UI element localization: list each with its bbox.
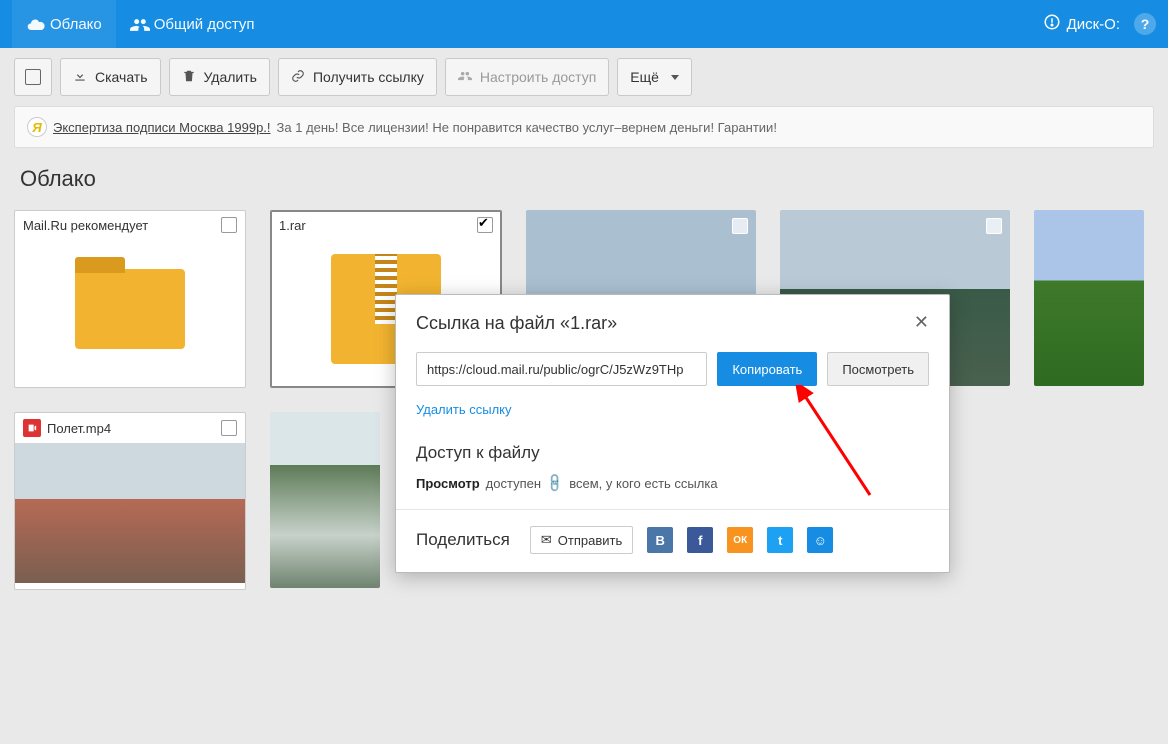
page-title: Облако [0,148,1168,210]
get-link-button[interactable]: Получить ссылку [278,58,437,96]
select-all-checkbox[interactable] [14,58,52,96]
share-ok-button[interactable]: ОК [727,527,753,553]
share-twitter-button[interactable]: t [767,527,793,553]
view-button[interactable]: Посмотреть [827,352,929,386]
file-checkbox[interactable] [732,218,748,234]
delete-link[interactable]: Удалить ссылку [416,402,512,417]
video-thumbnail [15,443,245,583]
download-button[interactable]: Скачать [60,58,161,96]
configure-access-label: Настроить доступ [480,69,596,85]
tab-shared-label: Общий доступ [154,16,255,33]
top-navigation: Облако Общий доступ Диск-О: ? [0,0,1168,48]
share-vk-button[interactable]: B [647,527,673,553]
action-toolbar: Скачать Удалить Получить ссылку Настроит… [0,48,1168,106]
copy-button[interactable]: Копировать [717,352,817,386]
tab-cloud-label: Облако [50,16,102,33]
file-checkbox[interactable] [221,217,237,233]
link-icon [291,69,305,86]
photo-thumbnail [1034,210,1144,386]
tab-cloud[interactable]: Облако [12,0,116,48]
file-checkbox[interactable] [986,218,1002,234]
access-section-title: Доступ к файлу [396,433,949,469]
trash-icon [182,69,196,86]
file-checkbox[interactable] [221,420,237,436]
photo-item[interactable] [1034,210,1144,386]
download-icon [73,69,87,86]
modal-title: Ссылка на файл «1.rar» [416,313,617,334]
download-label: Скачать [95,69,148,85]
ad-text: За 1 день! Все лицензии! Не понравится к… [277,120,777,135]
share-facebook-button[interactable]: f [687,527,713,553]
disk-icon [1043,13,1061,35]
send-email-button[interactable]: ✉ Отправить [530,526,633,554]
delete-label: Удалить [204,69,257,85]
cloud-icon [26,15,44,33]
share-link-modal: Ссылка на файл «1.rar» ✕ Копировать Посм… [395,294,950,573]
chevron-down-icon [671,75,679,80]
file-checkbox[interactable] [477,217,493,233]
ad-favicon: Я [27,117,47,137]
share-section: Поделиться ✉ Отправить B f ОК t ☺ [396,509,949,572]
close-button[interactable]: ✕ [914,313,929,331]
access-description: Просмотр доступен 🔗 всем, у кого есть сс… [396,469,949,509]
tab-shared[interactable]: Общий доступ [116,0,269,48]
photo-item[interactable] [270,412,380,588]
delete-button[interactable]: Удалить [169,58,270,96]
link-icon: 🔗 [544,472,567,495]
disk-o-button[interactable]: Диск-О: [1043,13,1120,35]
file-name: Полет.mp4 [47,421,111,436]
disk-o-label: Диск-О: [1067,16,1120,33]
ad-link[interactable]: Экспертиза подписи Москва 1999р.! [53,120,271,135]
share-moimir-button[interactable]: ☺ [807,527,833,553]
configure-access-button[interactable]: Настроить доступ [445,58,609,96]
video-icon [23,419,41,437]
users-icon [130,15,148,33]
file-name: Mail.Ru рекомендует [23,218,148,233]
photo-thumbnail [270,412,380,588]
get-link-label: Получить ссылку [313,69,424,85]
users-icon [458,69,472,86]
folder-icon [75,269,185,349]
folder-mail-recommend[interactable]: Mail.Ru рекомендует [14,210,246,388]
checkbox-icon [25,69,41,85]
file-name: 1.rar [279,218,306,233]
more-button[interactable]: Ещё [617,58,692,96]
share-section-title: Поделиться [416,530,510,550]
help-button[interactable]: ? [1134,13,1156,35]
more-label: Ещё [630,69,659,85]
ad-banner: Я Экспертиза подписи Москва 1999р.! За 1… [14,106,1154,148]
file-polet-mp4[interactable]: Полет.mp4 [14,412,246,590]
mail-icon: ✉ [541,532,552,548]
share-url-input[interactable] [416,352,707,386]
